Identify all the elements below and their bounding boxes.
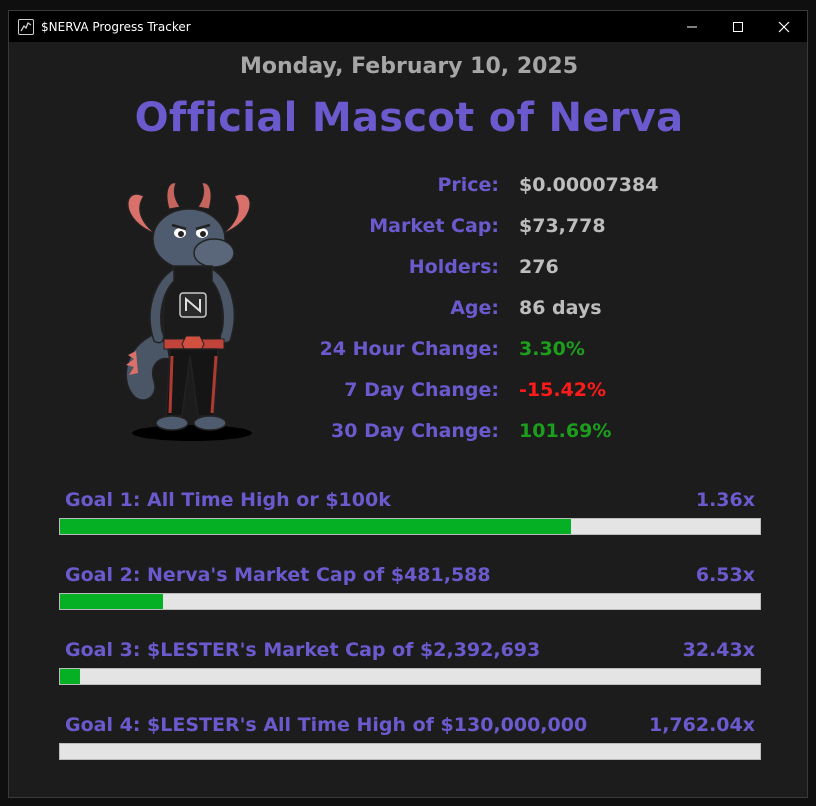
stat-label: 7 Day Change: <box>344 379 499 401</box>
stat-label: 24 Hour Change: <box>319 338 499 360</box>
page-title: Official Mascot of Nerva <box>134 95 684 141</box>
chart-app-icon <box>18 18 34 35</box>
dragon-mascot-image <box>125 182 252 441</box>
goal-multiplier: 6.53x <box>695 564 755 586</box>
stat-row-24h-change: 24 Hour Change: 3.30% <box>299 338 719 379</box>
stat-row-age: Age: 86 days <box>299 297 719 338</box>
stat-label: Price: <box>437 174 499 196</box>
goal-label: Goal 2: Nerva's Market Cap of $481,588 <box>65 564 491 586</box>
goal-progress-bar <box>59 668 761 685</box>
goal-1: Goal 1: All Time High or $100k 1.36x <box>59 489 763 535</box>
progress-fill <box>60 519 571 534</box>
progress-fill <box>60 669 81 684</box>
title-bar[interactable]: $NERVA Progress Tracker <box>9 11 807 42</box>
stat-row-7d-change: 7 Day Change: -15.42% <box>299 379 719 420</box>
minimize-icon <box>687 26 697 27</box>
goal-progress-bar <box>59 518 761 535</box>
stat-row-price: Price: $0.00007384 <box>299 174 719 215</box>
stat-row-holders: Holders: 276 <box>299 256 719 297</box>
goal-progress-bar <box>59 743 761 760</box>
goal-2: Goal 2: Nerva's Market Cap of $481,588 6… <box>59 564 763 610</box>
stat-label: Market Cap: <box>369 215 499 237</box>
goal-progress-bar <box>59 593 761 610</box>
stat-value: $0.00007384 <box>519 174 659 196</box>
stat-value: 3.30% <box>519 338 585 360</box>
stat-row-market-cap: Market Cap: $73,778 <box>299 215 719 256</box>
stat-label: 30 Day Change: <box>331 420 499 442</box>
stat-row-30d-change: 30 Day Change: 101.69% <box>299 420 719 461</box>
stat-value: 276 <box>519 256 559 278</box>
progress-fill <box>60 594 163 609</box>
stats-panel: Price: $0.00007384 Market Cap: $73,778 H… <box>299 174 719 461</box>
maximize-button[interactable] <box>715 11 761 42</box>
goal-label: Goal 4: $LESTER's All Time High of $130,… <box>65 714 588 736</box>
stat-label: Holders: <box>408 256 499 278</box>
stat-value: 101.69% <box>519 420 612 442</box>
goal-multiplier: 32.43x <box>682 639 755 661</box>
goal-label: Goal 1: All Time High or $100k <box>65 489 391 511</box>
goal-4: Goal 4: $LESTER's All Time High of $130,… <box>59 714 763 760</box>
maximize-icon <box>733 21 743 32</box>
close-icon <box>778 21 790 32</box>
stat-value: 86 days <box>519 297 602 319</box>
close-button[interactable] <box>761 11 807 42</box>
goal-label: Goal 3: $LESTER's Market Cap of $2,392,6… <box>65 639 541 661</box>
goal-multiplier: 1.36x <box>695 489 755 511</box>
goal-3: Goal 3: $LESTER's Market Cap of $2,392,6… <box>59 639 763 685</box>
minimize-button[interactable] <box>669 11 715 42</box>
stat-value: $73,778 <box>519 215 606 237</box>
goal-multiplier: 1,762.04x <box>648 714 755 736</box>
stat-value: -15.42% <box>519 379 607 401</box>
window-title: $NERVA Progress Tracker <box>41 19 191 34</box>
current-date: Monday, February 10, 2025 <box>239 54 579 79</box>
app-window: $NERVA Progress Tracker Monday, February… <box>8 10 808 798</box>
stat-label: Age: <box>450 297 499 319</box>
